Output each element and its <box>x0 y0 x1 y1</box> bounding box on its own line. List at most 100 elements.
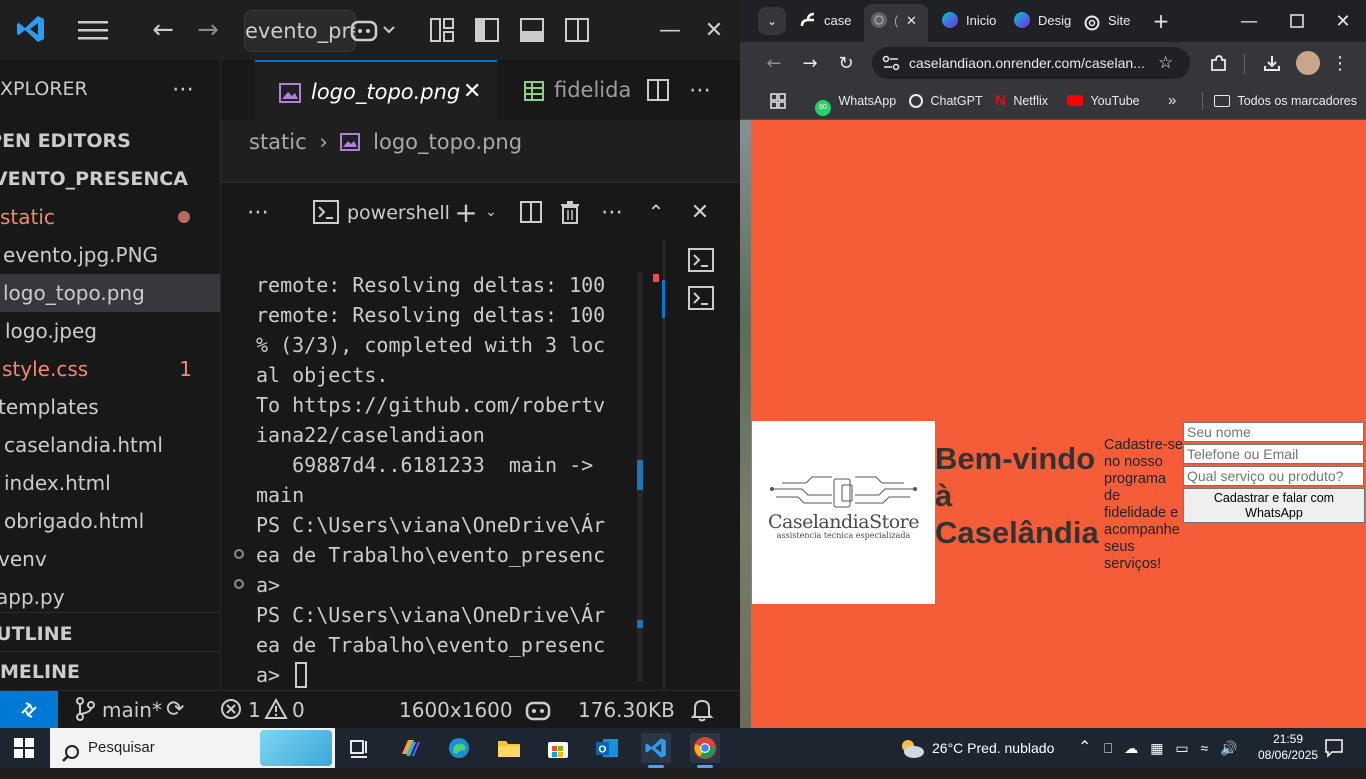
copilot-icon[interactable] <box>348 14 400 46</box>
all-bookmarks-folder[interactable]: Todos os marcadores <box>1214 84 1357 118</box>
taskbar-search[interactable]: Pesquisar <box>50 728 335 768</box>
bell-icon[interactable] <box>690 697 714 728</box>
chrome-menu-icon[interactable]: ⋮ <box>1330 49 1350 77</box>
breadcrumb-folder[interactable]: static <box>249 130 307 154</box>
copilot-taskbar-icon[interactable] <box>395 733 425 763</box>
vscode-taskbar-icon[interactable] <box>641 733 671 763</box>
new-terminal-icon[interactable]: + <box>453 196 479 229</box>
maximize-icon[interactable] <box>1284 7 1310 35</box>
tab-search-icon[interactable]: ⌄ <box>758 7 786 35</box>
tree-item[interactable]: style.css 1 <box>0 350 220 388</box>
open-editors-header[interactable]: OPEN EDITORS <box>0 130 131 152</box>
breadcrumb-file[interactable]: logo_topo.png <box>373 130 522 154</box>
name-input[interactable] <box>1183 422 1364 442</box>
forward-arrow-icon[interactable]: → <box>798 49 822 77</box>
toggle-sidebar-icon[interactable] <box>473 16 501 44</box>
extensions-puzzle-icon[interactable] <box>1204 49 1232 77</box>
tray-chevron-up-icon[interactable]: ⌃ <box>1078 728 1091 768</box>
reload-icon[interactable]: ↻ <box>834 49 858 77</box>
close-window-icon[interactable]: ✕ <box>702 16 726 44</box>
profile-avatar[interactable] <box>1296 51 1320 75</box>
outline-header[interactable]: OUTLINE <box>0 623 73 645</box>
minimize-icon[interactable]: — <box>658 16 682 44</box>
download-icon[interactable] <box>1258 49 1286 77</box>
chevron-down-icon[interactable]: ⌄ <box>481 197 501 227</box>
editor-more-icon[interactable]: ⋯ <box>687 76 713 104</box>
chrome-tab-site[interactable]: Site <box>1084 6 1146 36</box>
wifi-icon[interactable]: ≈ <box>1200 740 1208 756</box>
address-bar[interactable]: caselandiaon.onrender.com/caselan... ☆ <box>872 47 1190 79</box>
project-header[interactable]: EVENTO_PRESENCA <box>0 168 188 190</box>
sync-icon[interactable]: ⟳ <box>166 691 184 729</box>
more-bookmarks-icon[interactable]: » <box>1168 84 1176 118</box>
close-panel-icon[interactable]: ✕ <box>687 197 713 227</box>
image-filesize[interactable]: 176.30KB <box>578 691 675 729</box>
bookmark-whatsapp[interactable]: 80 WhatsApp <box>815 84 896 118</box>
tree-item[interactable]: caselandia.html <box>0 426 220 464</box>
screen-icon[interactable]: ▦ <box>1150 740 1163 756</box>
apps-grid-icon[interactable] <box>770 93 786 113</box>
chrome-tab-inicio[interactable]: Inicio <box>940 6 1000 36</box>
menu-hamburger-icon[interactable] <box>76 14 110 46</box>
windows-start-icon[interactable] <box>14 738 34 762</box>
command-decoration-icon[interactable] <box>234 579 244 589</box>
clock[interactable]: 21:59 08/06/2025 <box>1258 731 1318 763</box>
close-tab-icon[interactable]: ✕ <box>463 62 481 120</box>
bookmark-star-icon[interactable]: ☆ <box>1158 47 1173 79</box>
chrome-taskbar-icon[interactable] <box>690 733 720 763</box>
tree-item[interactable]: templates <box>0 388 220 426</box>
timeline-header[interactable]: TIMELINE <box>0 661 80 683</box>
back-arrow-icon[interactable]: ← <box>762 49 786 77</box>
edge-icon[interactable] <box>444 733 474 763</box>
phone-link-icon[interactable]: ⎕ <box>1104 740 1112 756</box>
back-arrow-icon[interactable]: ← <box>148 14 178 46</box>
tree-item[interactable]: venv <box>0 540 220 578</box>
tree-item[interactable]: logo.jpeg <box>0 312 220 350</box>
tree-item[interactable]: obrigado.html <box>0 502 220 540</box>
service-input[interactable] <box>1183 466 1364 486</box>
remote-indicator[interactable] <box>0 691 58 729</box>
tree-item[interactable]: evento.jpg.PNG <box>0 236 220 274</box>
submit-whatsapp-button[interactable]: Cadastrar e falar com WhatsApp <box>1183 488 1365 523</box>
file-explorer-icon[interactable] <box>494 733 524 763</box>
tab-logo-topo[interactable]: logo_topo.png ✕ <box>255 60 497 120</box>
image-dimensions[interactable]: 1600x1600 <box>399 691 513 729</box>
terminal-more-icon[interactable]: ⋯ <box>599 197 625 227</box>
cloud-icon[interactable]: ☁ <box>1124 740 1138 756</box>
outlook-icon[interactable]: O <box>592 733 622 763</box>
weather-text[interactable]: 26°C Pred. nublado <box>932 728 1054 768</box>
toggle-secondary-sidebar-icon[interactable] <box>563 16 591 44</box>
chrome-tab-desig[interactable]: Desig <box>1012 6 1072 36</box>
tree-item[interactable]: logo_topo.png <box>0 274 220 312</box>
copilot-status-icon[interactable] <box>524 697 552 728</box>
command-center-search[interactable]: evento_presenca <box>244 10 356 52</box>
close-tab-icon[interactable]: ✕ <box>906 4 917 38</box>
site-info-icon[interactable] <box>882 55 900 75</box>
command-decoration-icon[interactable] <box>234 549 244 559</box>
chrome-tab-case[interactable]: case <box>798 6 856 36</box>
split-terminal-icon[interactable] <box>518 199 544 225</box>
maximize-panel-icon[interactable]: ⌃ <box>643 197 669 227</box>
tray-icons[interactable]: ⎕ ☁ ▦ ▭ ≈ 🔊 <box>1104 728 1237 768</box>
trash-icon[interactable] <box>557 199 583 225</box>
close-window-icon[interactable]: ✕ <box>1330 7 1356 35</box>
bookmark-youtube[interactable]: YouTube <box>1067 84 1140 118</box>
bookmark-netflix[interactable]: N Netflix <box>995 84 1048 118</box>
forward-arrow-icon[interactable]: → <box>193 14 223 46</box>
error-count[interactable]: 1 <box>248 691 261 729</box>
tree-item[interactable]: app.py <box>0 578 220 616</box>
new-tab-icon[interactable]: + <box>1148 7 1174 35</box>
warning-count[interactable]: 0 <box>292 691 305 729</box>
tab-fidelidade[interactable]: fidelidade <box>521 60 631 120</box>
layout-customize-icon[interactable] <box>428 16 456 44</box>
chrome-tab-active[interactable]: ( ✕ <box>864 4 928 42</box>
microsoft-store-icon[interactable] <box>543 733 573 763</box>
more-actions-icon[interactable]: ⋯ <box>170 76 196 102</box>
tree-item[interactable]: static <box>0 198 220 236</box>
bookmark-chatgpt[interactable]: ChatGPT <box>909 84 983 118</box>
terminal-tab-icon[interactable] <box>687 284 715 312</box>
terminal-name[interactable]: powershell <box>347 197 450 229</box>
volume-icon[interactable]: 🔊 <box>1220 740 1237 756</box>
panel-more-icon[interactable]: ⋯ <box>245 197 271 227</box>
task-view-icon[interactable] <box>345 733 375 763</box>
